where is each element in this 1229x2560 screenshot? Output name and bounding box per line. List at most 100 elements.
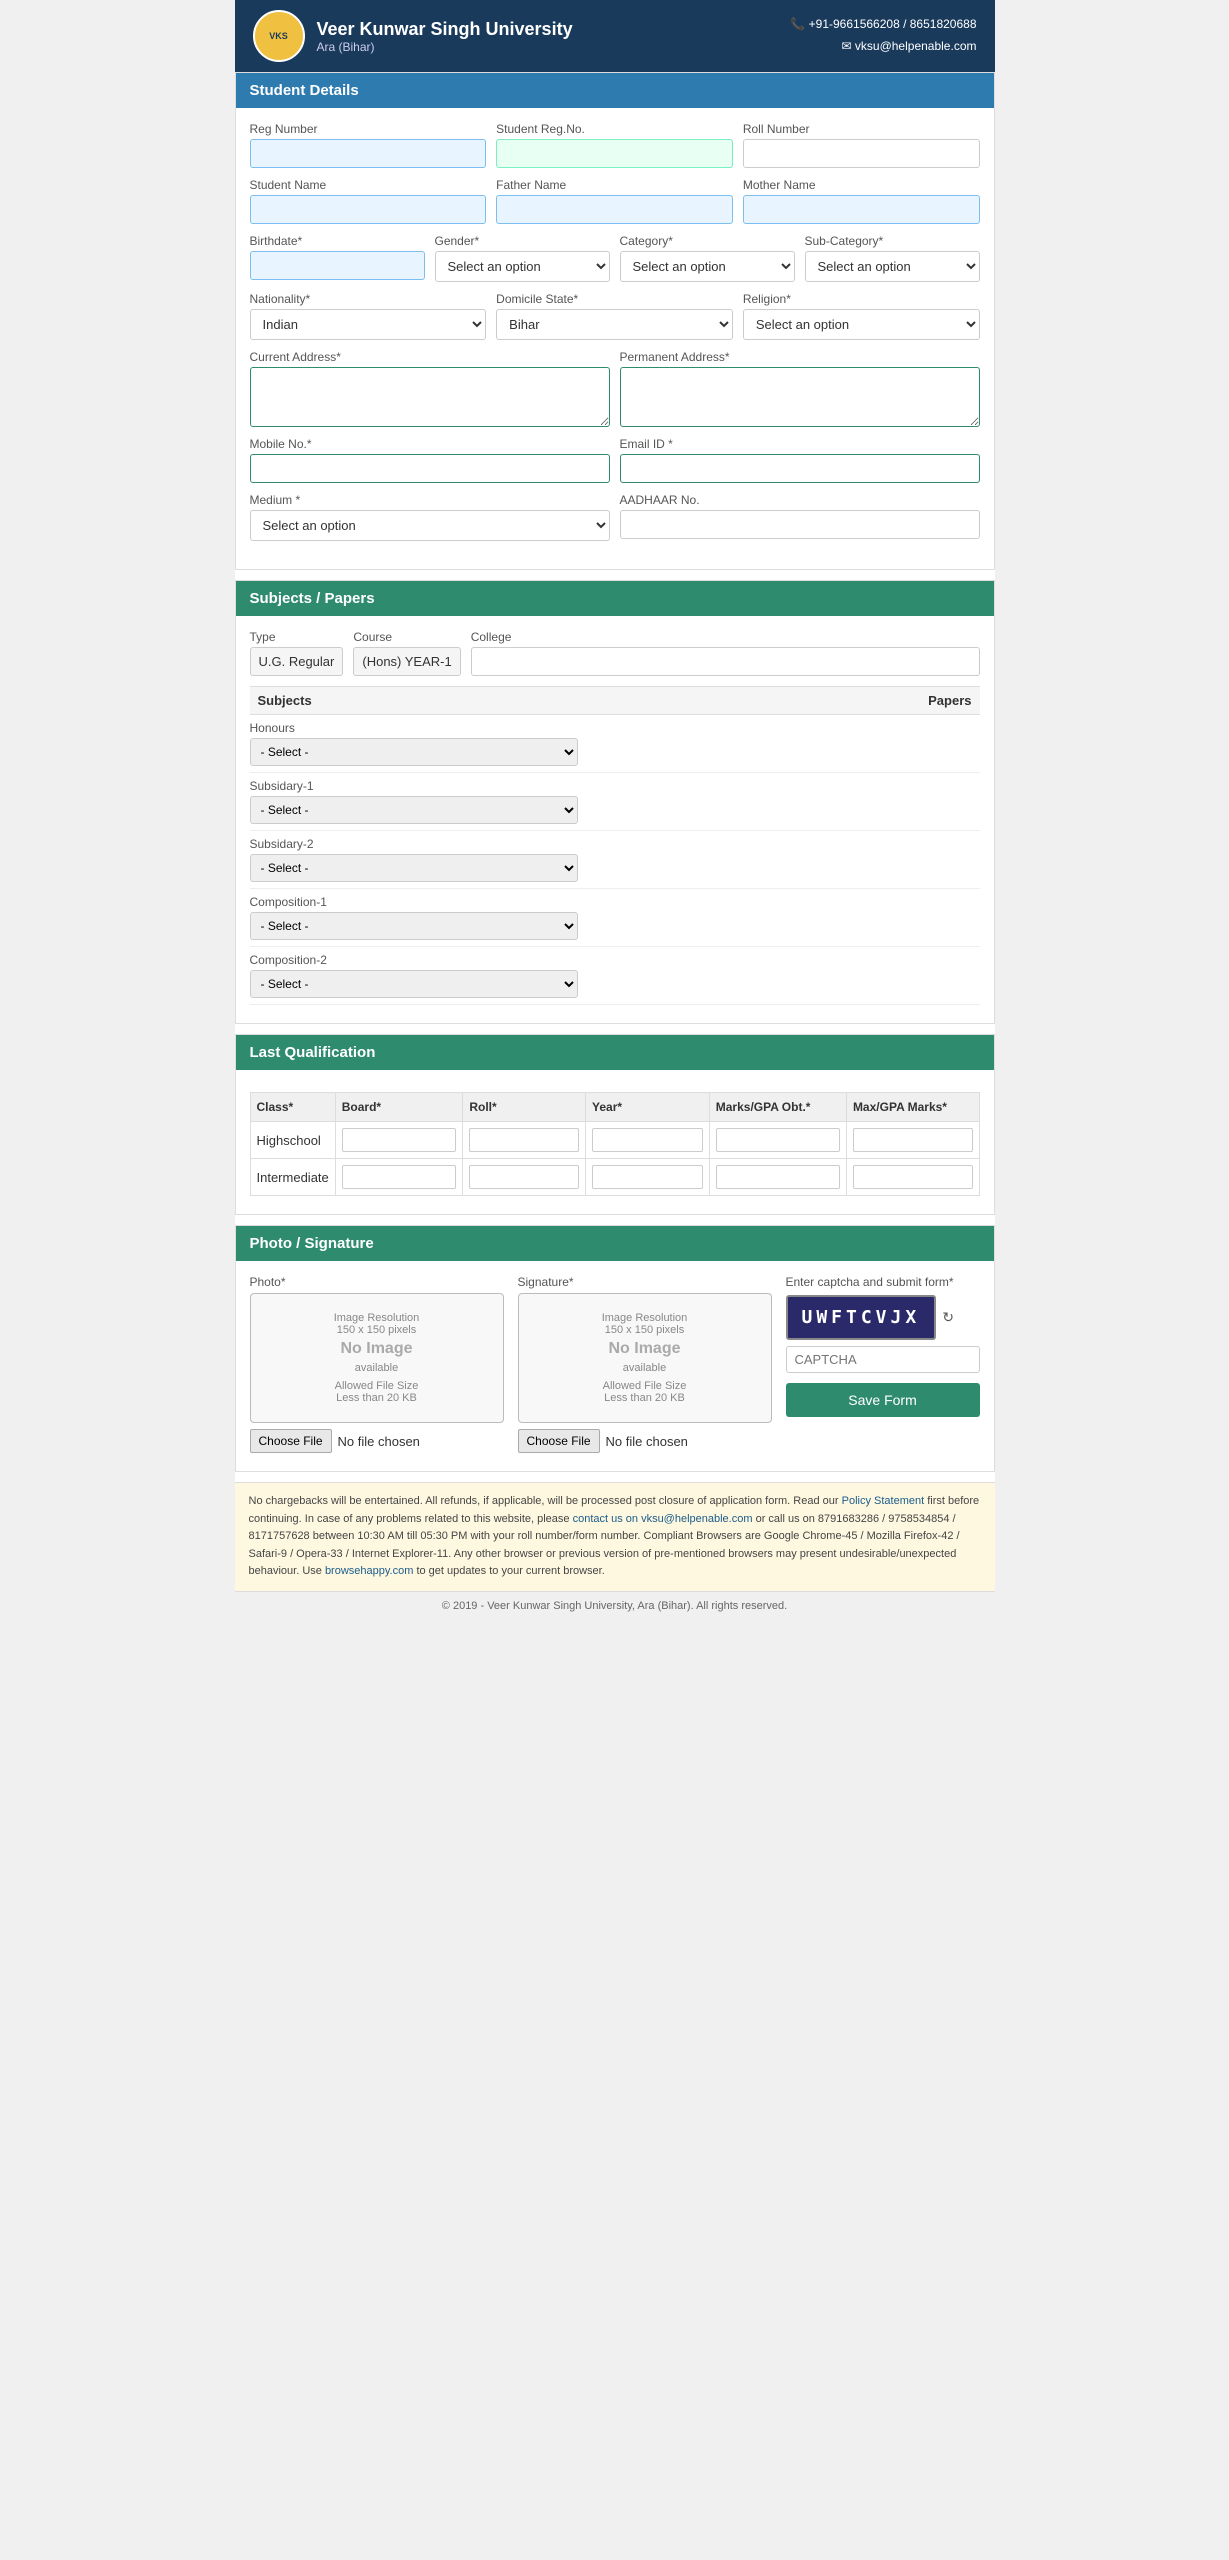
photo-box: Photo* Image Resolution 150 x 150 pixels… (250, 1275, 504, 1453)
mobile-input[interactable] (250, 454, 610, 483)
roll-number-label: Roll Number (743, 122, 980, 136)
col-marks: Marks/GPA Obt.* (709, 1093, 846, 1122)
composition2-select[interactable]: - Select - (250, 970, 579, 998)
intermediate-year-input[interactable] (592, 1165, 703, 1189)
photo-placeholder: Image Resolution 150 x 150 pixels No Ima… (250, 1293, 504, 1423)
student-name-input[interactable] (250, 195, 487, 224)
highschool-board-input[interactable] (342, 1128, 457, 1152)
medium-row: Medium * Select an option AADHAAR No. (250, 493, 980, 541)
signature-box: Signature* Image Resolution 150 x 150 pi… (518, 1275, 772, 1453)
highschool-roll-input[interactable] (469, 1128, 579, 1152)
type-value: U.G. Regular (250, 647, 344, 676)
intermediate-max-input[interactable] (853, 1165, 973, 1189)
sig-file-size-value: Less than 20 KB (604, 1392, 685, 1404)
captcha-refresh-icon[interactable]: ↻ (942, 1309, 954, 1326)
sig-choose-file-btn[interactable]: Choose File (518, 1429, 600, 1453)
qualification-header: Last Qualification (236, 1035, 994, 1070)
intermediate-marks-input[interactable] (716, 1165, 840, 1189)
honours-row: Honours - Select - (250, 715, 980, 773)
mother-name-input[interactable] (743, 195, 980, 224)
photo-no-image: No Image (340, 1340, 412, 1358)
student-reg-group: Student Reg.No. (496, 122, 733, 168)
roll-number-input[interactable] (743, 139, 980, 168)
university-name: Veer Kunwar Singh University (317, 19, 573, 40)
highschool-max (846, 1122, 979, 1159)
sig-size-label: 150 x 150 pixels (605, 1324, 685, 1336)
photo-file-size-value: Less than 20 KB (336, 1392, 417, 1404)
highschool-row: Highschool (250, 1122, 979, 1159)
nationality-group: Nationality* Indian (250, 292, 487, 340)
bio-row: Birthdate* Gender* Select an option Cate… (250, 234, 980, 282)
highschool-marks-input[interactable] (716, 1128, 840, 1152)
page-header: VKS Veer Kunwar Singh University Ara (Bi… (235, 0, 995, 72)
permanent-address-group: Permanent Address* (620, 350, 980, 427)
composition2-label: Composition-2 (250, 953, 980, 967)
father-name-group: Father Name (496, 178, 733, 224)
gender-select[interactable]: Select an option (435, 251, 610, 282)
intermediate-board-input[interactable] (342, 1165, 457, 1189)
medium-select[interactable]: Select an option (250, 510, 610, 541)
sig-available: available (623, 1362, 666, 1374)
save-form-button[interactable]: Save Form (786, 1383, 980, 1417)
contact-link[interactable]: contact us on vksu@helpenable.com (573, 1513, 753, 1525)
photo-choose-file-btn[interactable]: Choose File (250, 1429, 332, 1453)
permanent-address-input[interactable] (620, 367, 980, 427)
browsehappy-link[interactable]: browsehappy.com (325, 1565, 413, 1577)
photo-resolution-label: Image Resolution (334, 1312, 420, 1324)
permanent-address-label: Permanent Address* (620, 350, 980, 364)
papers-col-header: Papers (928, 693, 971, 708)
highschool-max-input[interactable] (853, 1128, 973, 1152)
religion-select[interactable]: Select an option (743, 309, 980, 340)
signature-file-row: Choose File No file chosen (518, 1429, 772, 1453)
qualification-table: Class* Board* Roll* Year* Marks/GPA Obt.… (250, 1092, 980, 1196)
current-address-input[interactable] (250, 367, 610, 427)
captcha-label: Enter captcha and submit form* (786, 1275, 980, 1289)
student-details-header: Student Details (236, 73, 994, 108)
composition2-row: Composition-2 - Select - (250, 947, 980, 1005)
subjects-section: Subjects / Papers Type U.G. Regular Cour… (235, 580, 995, 1024)
birthdate-label: Birthdate* (250, 234, 425, 248)
subcategory-select[interactable]: Select an option (805, 251, 980, 282)
email-input[interactable] (620, 454, 980, 483)
aadhaar-label: AADHAAR No. (620, 493, 980, 507)
intermediate-board (335, 1159, 463, 1196)
father-name-input[interactable] (496, 195, 733, 224)
intermediate-year (586, 1159, 710, 1196)
domicile-select[interactable]: Bihar (496, 309, 733, 340)
intermediate-roll-input[interactable] (469, 1165, 579, 1189)
student-name-group: Student Name (250, 178, 487, 224)
nationality-select[interactable]: Indian (250, 309, 487, 340)
photo-available: available (355, 1362, 398, 1374)
subsidary2-select[interactable]: - Select - (250, 854, 579, 882)
reg-number-input[interactable] (250, 139, 487, 168)
gender-group: Gender* Select an option (435, 234, 610, 282)
captcha-input[interactable] (786, 1346, 980, 1373)
subcategory-label: Sub-Category* (805, 234, 980, 248)
address-row: Current Address* Permanent Address* (250, 350, 980, 427)
composition1-select[interactable]: - Select - (250, 912, 579, 940)
col-class: Class* (250, 1093, 335, 1122)
type-label: Type (250, 630, 344, 644)
sig-resolution-label: Image Resolution (602, 1312, 688, 1324)
college-input[interactable] (471, 647, 980, 676)
highschool-year-input[interactable] (592, 1128, 703, 1152)
university-title: Veer Kunwar Singh University Ara (Bihar) (317, 19, 573, 54)
category-select[interactable]: Select an option (620, 251, 795, 282)
qualification-body: Class* Board* Roll* Year* Marks/GPA Obt.… (236, 1070, 994, 1214)
aadhaar-input[interactable] (620, 510, 980, 539)
student-reg-input[interactable] (496, 139, 733, 168)
birthdate-group: Birthdate* (250, 234, 425, 282)
reg-row: Reg Number Student Reg.No. Roll Number (250, 122, 980, 168)
policy-link[interactable]: Policy Statement (842, 1495, 925, 1507)
subsidary1-row: Subsidary-1 - Select - (250, 773, 980, 831)
college-label: College (471, 630, 980, 644)
course-label: Course (353, 630, 460, 644)
mobile-label: Mobile No.* (250, 437, 610, 451)
subsidary1-select[interactable]: - Select - (250, 796, 579, 824)
medium-label: Medium * (250, 493, 610, 507)
birthdate-input[interactable] (250, 251, 425, 280)
honours-select[interactable]: - Select - (250, 738, 579, 766)
mother-name-label: Mother Name (743, 178, 980, 192)
email-group: Email ID * (620, 437, 980, 483)
phone-number: 📞 +91-9661566208 / 8651820688 (790, 14, 976, 36)
